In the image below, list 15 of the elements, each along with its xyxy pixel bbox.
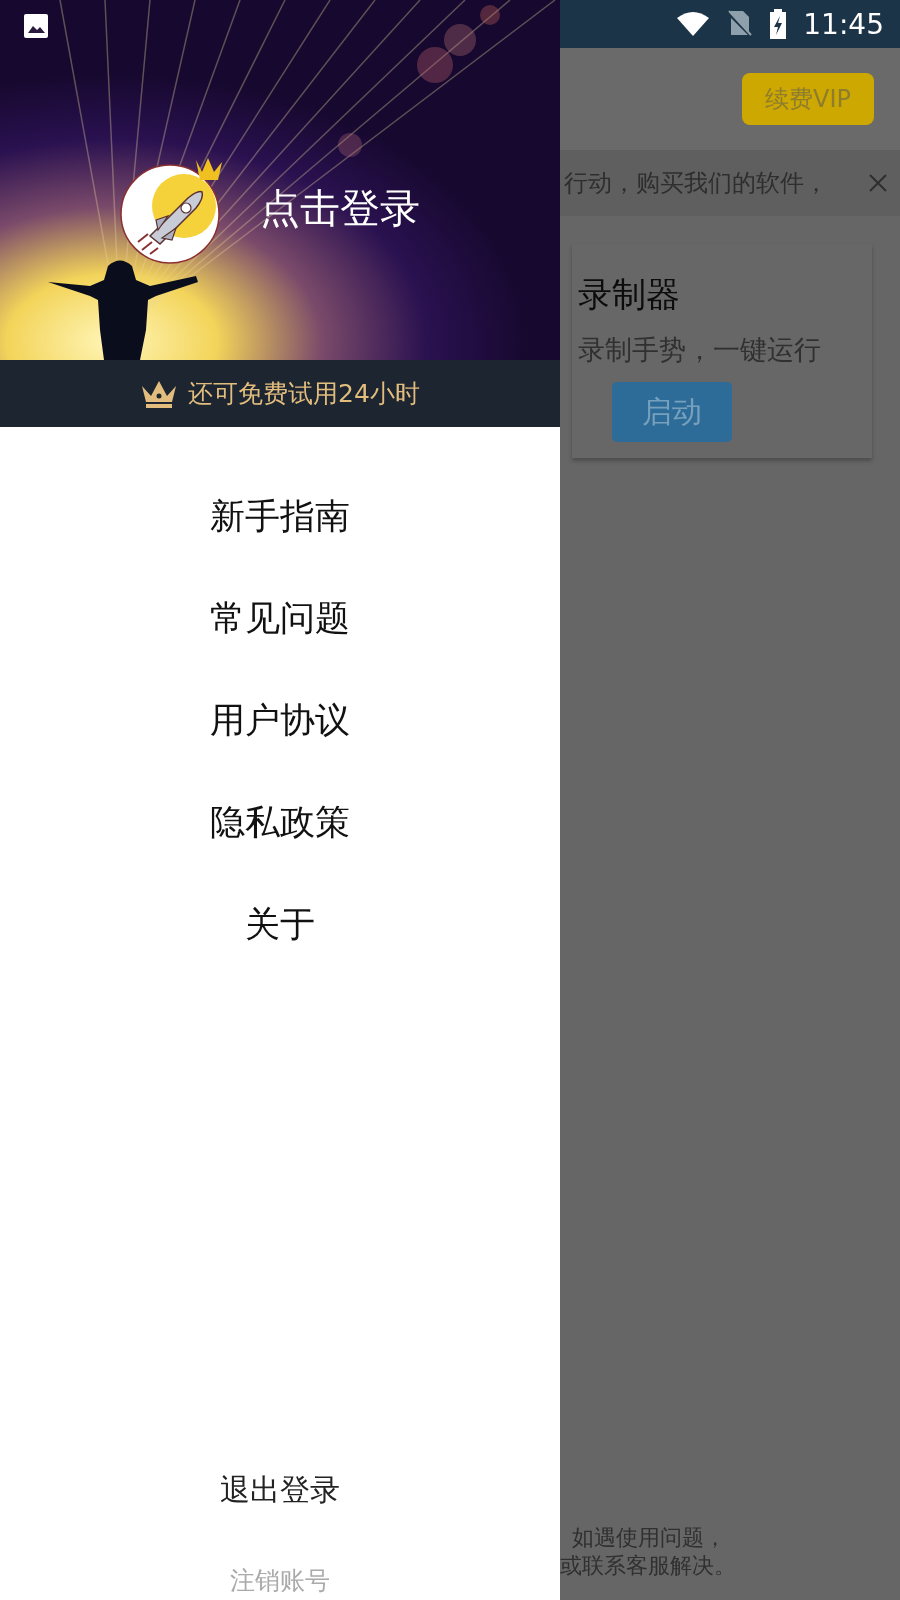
menu-item[interactable]: 常见问题 — [0, 567, 560, 669]
trial-text: 还可免费试用24小时 — [188, 378, 420, 410]
card-title: 录制器 — [578, 273, 680, 316]
menu-item[interactable]: 新手指南 — [0, 465, 560, 567]
menu-item[interactable]: 隐私政策 — [0, 771, 560, 873]
wifi-icon — [675, 10, 712, 38]
status-time: 11:45 — [803, 7, 884, 41]
logout-button[interactable]: 退出登录 — [0, 1460, 560, 1520]
close-icon[interactable] — [868, 173, 888, 193]
battery-charging-icon — [769, 9, 788, 39]
gallery-icon — [22, 12, 50, 40]
menu-item[interactable]: 用户协议 — [0, 669, 560, 771]
menu-item[interactable]: 关于 — [0, 873, 560, 975]
no-sim-icon — [727, 9, 754, 39]
login-button[interactable]: 点击登录 — [260, 180, 420, 236]
